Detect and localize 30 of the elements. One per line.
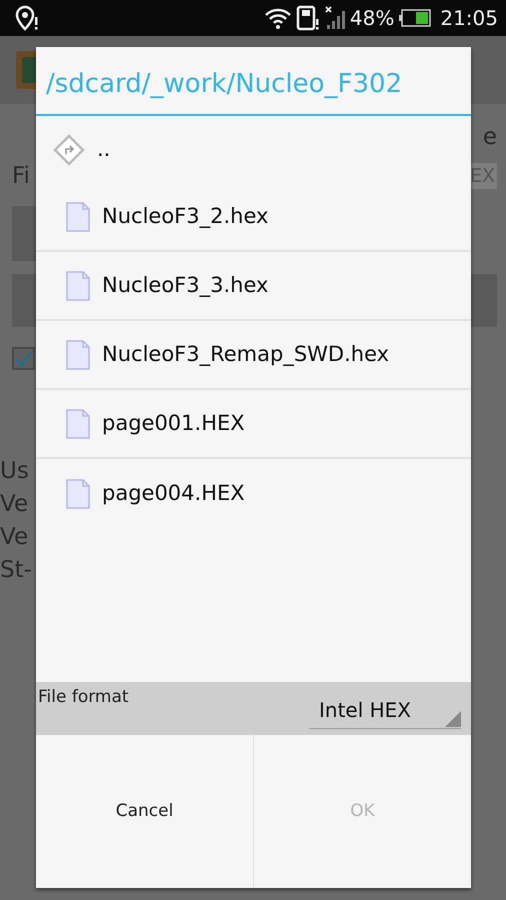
file-icon (66, 202, 90, 232)
file-icon (66, 478, 90, 508)
file-icon (66, 408, 90, 438)
file-item[interactable]: NucleoF3_Remap_SWD.hex (36, 321, 471, 390)
sd-card-icon (296, 5, 320, 31)
file-format-label: File format (37, 686, 129, 708)
info-text: Us (0, 457, 29, 486)
dialog-button[interactable]: Cancel (36, 734, 253, 888)
dialog-title: /sdcard/_work/Nucleo_F302 (36, 47, 471, 116)
field-label: Fi (12, 162, 30, 190)
location-icon (14, 5, 40, 31)
file-icon (66, 340, 90, 370)
info-text: Ve (0, 523, 28, 552)
battery-percent: 48% (350, 5, 394, 32)
signal-icon (324, 5, 346, 31)
file-item[interactable]: page001.HEX (36, 390, 471, 459)
clock-time: 21:05 (440, 5, 498, 32)
info-text: St- (0, 556, 32, 585)
file-format-dropdown[interactable]: Intel HEX (309, 692, 461, 728)
battery-icon (398, 8, 432, 28)
info-text: Ve (0, 490, 28, 519)
parent-folder-icon (53, 134, 85, 166)
checkbox[interactable] (12, 347, 35, 370)
file-item[interactable]: page004.HEX (36, 459, 471, 528)
file-item[interactable]: NucleoF3_2.hex (36, 183, 471, 252)
wifi-icon (264, 7, 292, 29)
file-item[interactable]: NucleoF3_3.hex (36, 252, 471, 321)
dropdown-corner-icon (445, 710, 461, 726)
file-icon (66, 270, 90, 300)
header-text: e (482, 123, 497, 152)
